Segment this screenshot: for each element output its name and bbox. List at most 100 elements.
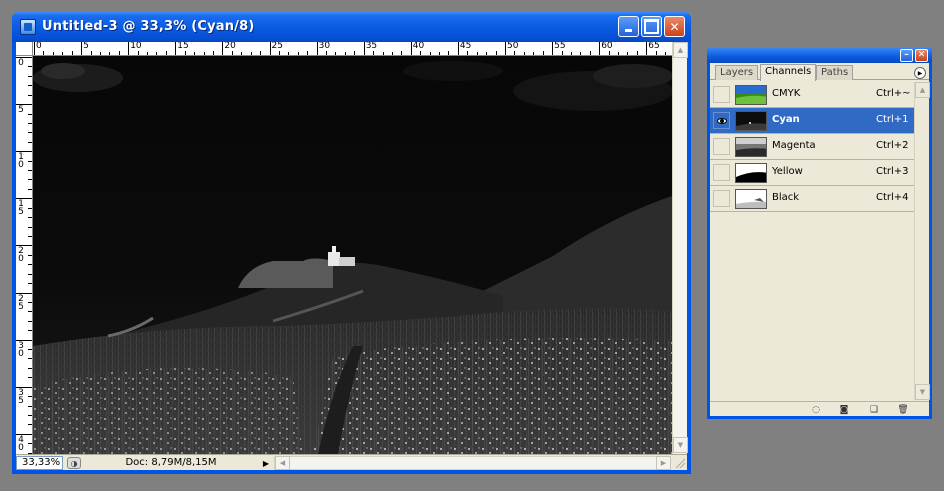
scroll-right-button[interactable]: ▶ (656, 456, 671, 470)
ruler-minor-tick (542, 51, 544, 55)
channel-name: Yellow (772, 166, 803, 177)
ruler-tick (552, 42, 554, 55)
ruler-tick (410, 42, 412, 55)
ruler-minor-tick (28, 217, 32, 219)
channel-shortcut: Ctrl+~ (876, 88, 911, 99)
visibility-toggle[interactable] (713, 86, 730, 103)
save-selection-icon[interactable]: ◙ (838, 404, 850, 415)
ruler-tick (646, 42, 648, 55)
channel-list-scrollbar[interactable]: ▲ ▼ (914, 82, 930, 401)
landscape-photo (33, 56, 672, 454)
visibility-toggle[interactable] (713, 112, 730, 129)
channel-thumbnail (735, 137, 767, 157)
tab-channels[interactable]: Channels (760, 64, 817, 81)
ruler-minor-tick (28, 320, 32, 322)
arrow-up-icon: ▲ (919, 86, 926, 94)
vertical-scrollbar[interactable]: ▲ ▼ (672, 42, 688, 454)
minimize-button[interactable] (618, 16, 639, 37)
ruler-label: 5 (83, 42, 89, 51)
image-canvas[interactable] (33, 56, 672, 454)
ruler-label: 60 (601, 42, 613, 51)
horizontal-scrollbar[interactable]: ◀ ▶ (274, 456, 671, 470)
ruler-label: 5 (18, 105, 24, 116)
ruler-minor-tick (28, 377, 32, 379)
ruler-tick (175, 42, 177, 55)
visibility-toggle[interactable] (713, 190, 730, 207)
ruler-minor-tick (28, 85, 32, 87)
trash-icon[interactable]: 🗑 (897, 404, 909, 415)
vertical-ruler[interactable]: 0 5 10 15 20 25 30 35 40 (16, 56, 33, 454)
channel-shortcut: Ctrl+3 (876, 166, 909, 177)
ruler-tick (128, 42, 130, 55)
ruler-minor-tick (28, 264, 32, 266)
palette-titlebar[interactable]: – ✕ (707, 47, 932, 63)
ruler-minor-tick (203, 52, 205, 55)
ruler-tick (363, 42, 365, 55)
ruler-label: 25 (18, 293, 24, 312)
ruler-minor-tick (28, 443, 32, 445)
channel-row-black[interactable]: Black Ctrl+4 (710, 186, 914, 212)
ruler-minor-tick (99, 52, 101, 55)
ruler-minor-tick (28, 160, 32, 162)
ruler-minor-tick (28, 132, 32, 134)
ruler-minor-tick (194, 52, 196, 55)
channels-palette: – ✕ Layers Channels Paths ▶ CMYK Ctrl+~ Cy… (707, 47, 932, 419)
ruler-label: 30 (318, 42, 331, 51)
ruler-minor-tick (28, 358, 32, 360)
ruler-minor-tick (28, 311, 32, 313)
channel-row-yellow[interactable]: Yellow Ctrl+3 (710, 160, 914, 186)
tab-layers[interactable]: Layers (715, 65, 759, 80)
status-menu-arrow-icon[interactable]: ▶ (260, 457, 272, 469)
ruler-minor-tick (28, 235, 32, 237)
palette-menu-icon[interactable]: ▶ (914, 67, 926, 79)
scroll-left-button[interactable]: ◀ (275, 456, 290, 470)
palette-minimize-button[interactable]: – (900, 49, 913, 62)
photoshop-document-icon[interactable] (20, 19, 36, 35)
ruler-minor-tick (28, 207, 32, 209)
channel-row-cmyk[interactable]: CMYK Ctrl+~ (710, 82, 914, 108)
ruler-minor-tick (570, 52, 572, 55)
visibility-toggle[interactable] (713, 164, 730, 181)
eye-icon (717, 118, 727, 124)
ruler-minor-tick (448, 51, 450, 55)
document-body: 0 5 10 15 20 25 30 35 40 45 50 55 60 65 0 5 10 15 20 25 30 3… (16, 42, 688, 470)
channel-thumbnail (735, 111, 767, 131)
document-titlebar[interactable]: Untitled-3 @ 33,3% (Cyan/8) ✕ (12, 12, 691, 42)
horizontal-ruler[interactable]: 0 5 10 15 20 25 30 35 40 45 50 55 60 65 (33, 42, 672, 56)
scroll-down-button[interactable]: ▼ (915, 384, 930, 400)
ruler-minor-tick (212, 51, 214, 55)
resize-grip-icon[interactable] (672, 455, 686, 469)
status-menu-icon[interactable]: ◑ (67, 457, 81, 469)
minimize-icon (619, 17, 638, 36)
visibility-toggle[interactable] (713, 138, 730, 155)
document-size-info: Doc: 8,79M/8,15M (125, 457, 217, 468)
tab-paths[interactable]: Paths (816, 65, 854, 80)
scroll-down-button[interactable]: ▼ (673, 437, 688, 453)
ruler-tick (34, 42, 35, 55)
channel-row-magenta[interactable]: Magenta Ctrl+2 (710, 134, 914, 160)
ruler-label: 10 (130, 42, 142, 51)
palette-close-button[interactable]: ✕ (915, 49, 928, 62)
new-channel-icon[interactable]: ❏ (868, 404, 880, 415)
maximize-button[interactable] (641, 16, 662, 37)
load-selection-icon[interactable]: ◌ (810, 404, 822, 415)
status-bar: 33,33% ◑ Doc: 8,79M/8,15M ▶ ◀ ▶ (16, 454, 687, 470)
ruler-minor-tick (28, 283, 32, 285)
close-button[interactable]: ✕ (664, 16, 685, 37)
zoom-field[interactable]: 33,33% (16, 456, 63, 470)
ruler-origin[interactable] (16, 42, 33, 56)
ruler-minor-tick (335, 52, 337, 55)
scroll-up-button[interactable]: ▲ (915, 82, 930, 98)
ruler-minor-tick (391, 52, 393, 55)
ruler-label: 25 (271, 42, 283, 51)
ruler-minor-tick (109, 52, 111, 55)
palette-tabs: Layers Channels Paths ▶ (710, 63, 929, 81)
document-title: Untitled-3 @ 33,3% (Cyan/8) (42, 19, 255, 34)
ruler-minor-tick (561, 51, 563, 55)
ruler-minor-tick (439, 52, 441, 55)
ruler-minor-tick (278, 51, 280, 55)
channel-list: CMYK Ctrl+~ Cyan Ctrl+1 Magenta Ctrl+2 Yellow C… (710, 82, 914, 401)
channel-row-cyan[interactable]: Cyan Ctrl+1 (710, 108, 914, 134)
channel-name: CMYK (772, 88, 801, 99)
scroll-up-button[interactable]: ▲ (673, 42, 688, 58)
